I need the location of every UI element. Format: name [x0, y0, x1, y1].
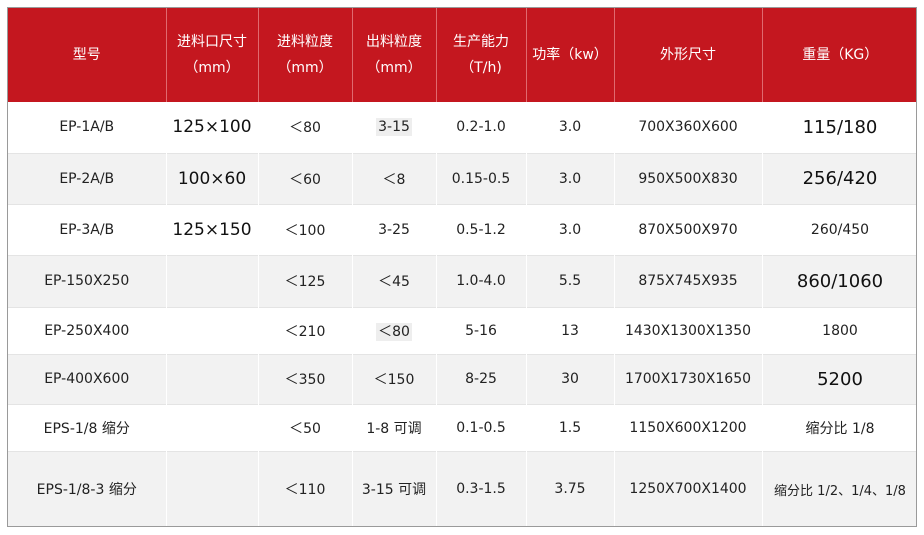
table-row: EP-400X600 ＜350 ＜150 8-25 30 1700X1730X1…	[8, 354, 916, 404]
cell-power: 5.5	[526, 255, 615, 307]
cell-output: ＜150	[352, 354, 437, 404]
table-row: EP-2A/B 100×60 ＜60 ＜8 0.15-0.5 3.0 950X5…	[8, 153, 916, 204]
cell-capacity: 5-16	[436, 307, 527, 354]
cell-dimensions: 1150X600X1200	[614, 404, 763, 451]
cell-inlet	[166, 255, 259, 307]
cell-model: EP-2A/B	[8, 153, 167, 204]
cell-capacity: 0.2-1.0	[436, 102, 527, 153]
cell-output: ＜80	[352, 307, 437, 354]
cell-output: 1-8 可调	[352, 404, 437, 451]
cell-dimensions: 700X360X600	[614, 102, 763, 153]
header-inlet-size: 进料口尺寸 （mm）	[166, 8, 259, 102]
table-row: EP-3A/B 125×150 ＜100 3-25 0.5-1.2 3.0 87…	[8, 204, 916, 255]
header-capacity: 生产能力 （T/h)	[436, 8, 527, 102]
cell-feed: ＜125	[258, 255, 353, 307]
cell-weight: 260/450	[762, 204, 916, 255]
cell-inlet	[166, 354, 259, 404]
cell-capacity: 0.3-1.5	[436, 451, 527, 526]
cell-weight: 860/1060	[762, 255, 916, 307]
cell-model: EP-250X400	[8, 307, 167, 354]
cell-capacity: 1.0-4.0	[436, 255, 527, 307]
cell-inlet	[166, 451, 259, 526]
cell-model: EP-150X250	[8, 255, 167, 307]
cell-power: 3.0	[526, 204, 615, 255]
cell-power: 1.5	[526, 404, 615, 451]
cell-feed: ＜110	[258, 451, 353, 526]
cell-dimensions: 950X500X830	[614, 153, 763, 204]
cell-weight: 缩分比 1/8	[762, 404, 916, 451]
cell-capacity: 0.5-1.2	[436, 204, 527, 255]
header-row: 型号 进料口尺寸 （mm） 进料粒度 （mm） 出料粒度 （mm） 生产能力 （T/h)…	[8, 8, 916, 102]
cell-inlet: 125×100	[166, 102, 259, 153]
cell-inlet: 100×60	[166, 153, 259, 204]
table-row: EPS-1/8 缩分 ＜50 1-8 可调 0.1-0.5 1.5 1150X6…	[8, 404, 916, 451]
cell-feed: ＜60	[258, 153, 353, 204]
table-row: EP-150X250 ＜125 ＜45 1.0-4.0 5.5 875X745X…	[8, 255, 916, 307]
cell-model: EP-3A/B	[8, 204, 167, 255]
cell-power: 3.0	[526, 102, 615, 153]
cell-model: EP-400X600	[8, 354, 167, 404]
cell-model: EPS-1/8-3 缩分	[8, 451, 167, 526]
cell-inlet	[166, 307, 259, 354]
cell-model: EP-1A/B	[8, 102, 167, 153]
cell-output: 3-15	[352, 102, 437, 153]
cell-feed: ＜350	[258, 354, 353, 404]
table-row: EP-1A/B 125×100 ＜80 3-15 0.2-1.0 3.0 700…	[8, 102, 916, 153]
cell-inlet: 125×150	[166, 204, 259, 255]
header-model: 型号	[8, 8, 167, 102]
cell-inlet	[166, 404, 259, 451]
cell-weight: 5200	[762, 354, 916, 404]
cell-power: 3.0	[526, 153, 615, 204]
cell-feed: ＜50	[258, 404, 353, 451]
cell-output: 3-25	[352, 204, 437, 255]
cell-power: 13	[526, 307, 615, 354]
cell-weight: 256/420	[762, 153, 916, 204]
header-output-size: 出料粒度 （mm）	[352, 8, 437, 102]
cell-power: 3.75	[526, 451, 615, 526]
header-weight: 重量（KG）	[762, 8, 916, 102]
cell-capacity: 8-25	[436, 354, 527, 404]
cell-feed: ＜100	[258, 204, 353, 255]
cell-capacity: 0.1-0.5	[436, 404, 527, 451]
header-dimensions: 外形尺寸	[614, 8, 763, 102]
header-feed-size: 进料粒度 （mm）	[258, 8, 353, 102]
cell-dimensions: 1430X1300X1350	[614, 307, 763, 354]
cell-model: EPS-1/8 缩分	[8, 404, 167, 451]
cell-weight: 115/180	[762, 102, 916, 153]
cell-feed: ＜80	[258, 102, 353, 153]
cell-dimensions: 1700X1730X1650	[614, 354, 763, 404]
cell-power: 30	[526, 354, 615, 404]
cell-capacity: 0.15-0.5	[436, 153, 527, 204]
table-row: EPS-1/8-3 缩分 ＜110 3-15 可调 0.3-1.5 3.75 1…	[8, 451, 916, 526]
spec-table-frame: 型号 进料口尺寸 （mm） 进料粒度 （mm） 出料粒度 （mm） 生产能力 （T/h)…	[7, 7, 917, 527]
header-power: 功率（kw）	[526, 8, 615, 102]
cell-dimensions: 1250X700X1400	[614, 451, 763, 526]
cell-feed: ＜210	[258, 307, 353, 354]
table-row: EP-250X400 ＜210 ＜80 5-16 13 1430X1300X13…	[8, 307, 916, 354]
cell-dimensions: 870X500X970	[614, 204, 763, 255]
cell-weight: 缩分比 1/2、1/4、1/8	[762, 451, 916, 526]
cell-dimensions: 875X745X935	[614, 255, 763, 307]
cell-output: ＜45	[352, 255, 437, 307]
cell-weight: 1800	[762, 307, 916, 354]
cell-output: ＜8	[352, 153, 437, 204]
cell-output: 3-15 可调	[352, 451, 437, 526]
spec-table: 型号 进料口尺寸 （mm） 进料粒度 （mm） 出料粒度 （mm） 生产能力 （T/h)…	[8, 8, 916, 526]
